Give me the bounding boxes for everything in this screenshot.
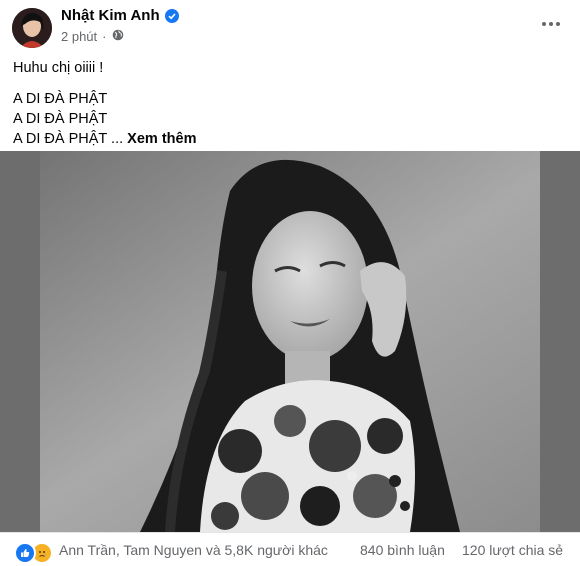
post-line-4: A DI ĐÀ PHẬT ... Xem thêm — [13, 131, 197, 147]
post-line-2: A DI ĐÀ PHẬT — [13, 91, 108, 107]
avatar-image — [12, 8, 52, 48]
author-name[interactable]: Nhật Kim Anh — [61, 7, 160, 24]
comments-count[interactable]: 840 bình luận — [360, 542, 445, 558]
reactors-summary[interactable]: Ann Trần, Tam Nguyen và 5,8K người khác — [59, 542, 328, 558]
globe-icon — [112, 29, 124, 44]
post-photo[interactable] — [0, 151, 580, 532]
see-more-link[interactable]: Xem thêm — [127, 131, 196, 147]
portrait-image — [0, 151, 580, 532]
post-line-3: A DI ĐÀ PHẬT — [13, 111, 108, 127]
shares-count[interactable]: 120 lượt chia sẻ — [462, 542, 563, 558]
avatar[interactable] — [12, 8, 52, 48]
post-footer: Ann Trần, Tam Nguyen và 5,8K người khác … — [0, 532, 580, 566]
post-time[interactable]: 2 phút — [61, 29, 97, 44]
reaction-icons[interactable] — [14, 542, 53, 564]
post-text: Huhu chị oiiii ! A DI ĐÀ PHẬT A DI ĐÀ PH… — [13, 58, 196, 149]
more-options-icon[interactable] — [536, 12, 566, 36]
post-line-1: Huhu chị oiiii ! — [13, 60, 104, 76]
verified-badge-icon — [164, 8, 179, 23]
dot-separator: · — [102, 29, 107, 44]
post-header: Nhật Kim Anh 2 phút · — [0, 0, 580, 50]
like-reaction-icon — [14, 542, 36, 564]
